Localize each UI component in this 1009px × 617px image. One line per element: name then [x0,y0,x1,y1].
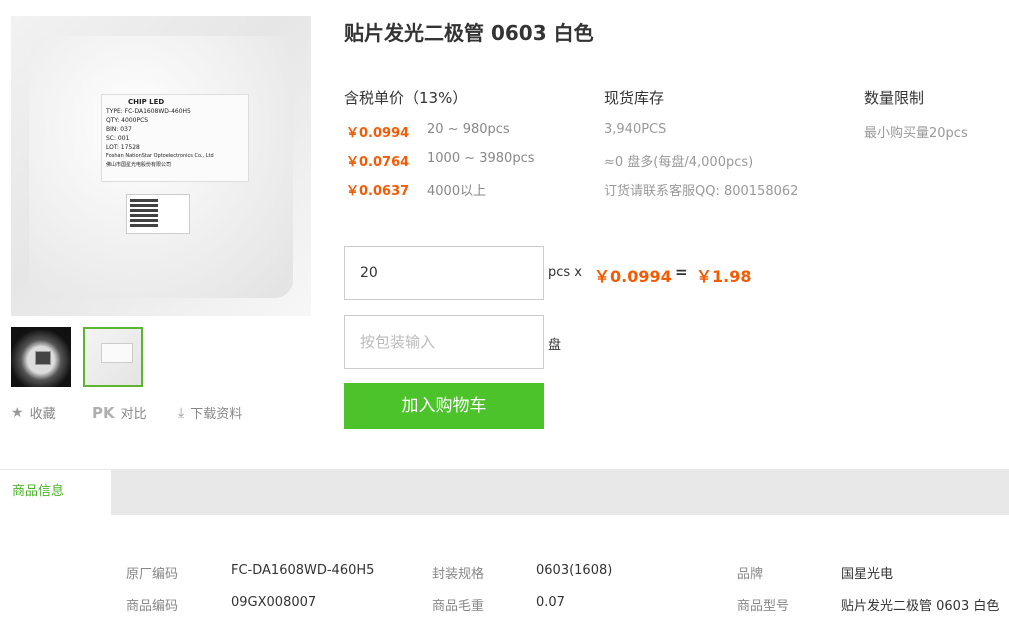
pk-icon: PK [92,403,115,422]
label-line: 佛山市国星光电股份有限公司 [106,162,172,168]
thumbnail-2[interactable] [83,327,143,387]
tier-price: ￥0.0994 [346,126,410,141]
compare-button[interactable]: PK 对比 [92,403,147,423]
spec-value: 贴片发光二极管 0603 白色 [841,599,1000,614]
download-button[interactable]: ⤓ 下载资料 [178,403,243,423]
compare-label: 对比 [120,407,147,422]
label-line: LOT: 17528 [106,144,140,151]
label-line: Foshan NationStar Optoelectronics Co., L… [106,153,214,159]
label-line: TYPE: FC-DA1608WD-460H5 [106,108,191,115]
favorite-button[interactable]: ★ 收藏 [11,403,56,423]
download-icon: ⤓ [178,404,185,421]
spec-key: 商品毛重 [432,599,485,614]
total-price: ￥1.98 [696,267,752,286]
equals-sign: = [675,263,688,281]
price-header: 含税单价（13%） [344,89,468,107]
download-label: 下载资料 [190,407,243,422]
stock-reels: ≈0 盘多(每盘/4,000pcs) [604,155,754,170]
label-line: CHIP LED [128,98,165,106]
spec-value: 0603(1608) [536,563,613,578]
led-chip-icon [35,351,51,365]
tier-price: ￥0.0637 [346,184,410,199]
product-label: CHIP LED TYPE: FC-DA1608WD-460H5 QTY: 40… [101,94,249,182]
reel-input[interactable]: 按包装输入 [344,315,544,369]
stock-header: 现货库存 [604,89,665,107]
tab-bar [0,469,1009,515]
spec-key: 原厂编码 [126,567,179,582]
label-icon [101,343,133,363]
label-line: QTY: 4000PCS [106,117,149,124]
tier-range: 20 ~ 980pcs [427,122,510,137]
product-main-image: CHIP LED TYPE: FC-DA1608WD-460H5 QTY: 40… [11,16,311,316]
spec-key: 封装规格 [432,567,485,582]
thumbnail-1[interactable] [11,327,71,387]
quantity-input[interactable]: 20 [344,246,544,300]
add-to-cart-button[interactable]: 加入购物车 [344,383,544,429]
stock-quantity: 3,940PCS [604,122,667,137]
limit-header: 数量限制 [864,89,925,107]
product-title: 贴片发光二极管 0603 白色 [344,21,594,45]
spec-key: 商品编码 [126,599,179,614]
stock-contact: 订货请联系客服QQ: 800158062 [604,184,799,199]
quantity-unit: pcs x [548,265,582,280]
favorite-label: 收藏 [29,407,56,422]
tab-product-info[interactable]: 商品信息 [0,469,111,515]
tier-price: ￥0.0764 [346,155,410,170]
spec-value: 国星光电 [841,567,894,582]
qr-code-icon [130,199,158,227]
star-icon: ★ [11,404,24,421]
calc-unit-price: ￥0.0994 [594,267,672,286]
qr-sticker [126,194,190,234]
label-line: SC: 001 [106,135,130,142]
min-order-text: 最小购买量20pcs [864,126,968,141]
tier-range: 4000以上 [427,184,487,199]
reel-unit: 盘 [548,338,562,353]
spec-value: 0.07 [536,595,565,610]
spec-value: FC-DA1608WD-460H5 [231,563,375,578]
tier-range: 1000 ~ 3980pcs [427,151,535,166]
spec-key: 品牌 [737,567,764,582]
spec-key: 商品型号 [737,599,790,614]
label-line: BIN: 037 [106,126,132,133]
spec-value: 09GX008007 [231,595,317,610]
